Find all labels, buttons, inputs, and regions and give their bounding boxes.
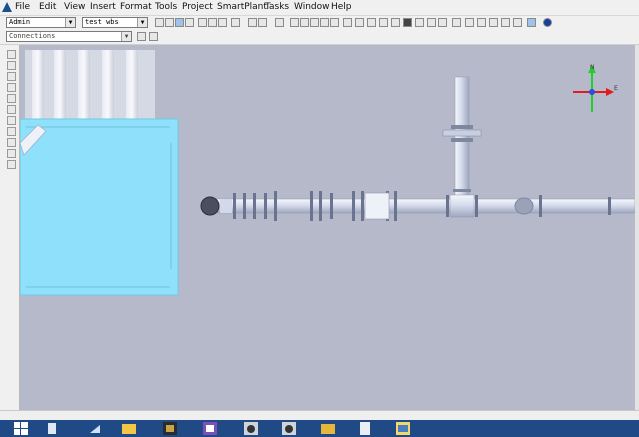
photoshop-icon[interactable] [244, 422, 258, 435]
fit-icon[interactable] [501, 18, 510, 27]
locate-filter-value: Connections [9, 32, 56, 40]
menu-file[interactable]: File [15, 1, 30, 14]
select-icon[interactable] [275, 18, 284, 27]
menu-help[interactable]: Help [331, 1, 352, 14]
copy-icon[interactable] [208, 18, 217, 27]
search-icon[interactable] [47, 422, 61, 435]
tool-icon[interactable] [367, 18, 376, 27]
compass-east-label: E [614, 85, 618, 92]
wbs-combo-value: test wbs [85, 18, 119, 26]
insert-split-icon[interactable] [7, 105, 16, 114]
structure-columns [25, 50, 155, 120]
filter-properties-icon[interactable] [149, 32, 158, 41]
view-icon[interactable] [527, 18, 536, 27]
photoshop-icon[interactable] [282, 422, 296, 435]
filter-icon[interactable] [137, 32, 146, 41]
insert-support-icon[interactable] [7, 116, 16, 125]
zoom-area-icon[interactable] [489, 18, 498, 27]
menu-tools[interactable]: Tools [155, 1, 177, 14]
menu-project[interactable]: Project [182, 1, 213, 14]
tool-icon[interactable] [330, 18, 339, 27]
sloped-pipe-icon[interactable] [7, 149, 16, 158]
document-icon[interactable] [358, 422, 372, 435]
file-explorer-icon[interactable] [122, 422, 136, 435]
delete-icon[interactable] [231, 18, 240, 27]
select-arrow-icon[interactable] [7, 50, 16, 59]
tool-icon[interactable] [379, 18, 388, 27]
menu-window[interactable]: Window [294, 1, 330, 14]
main-toolbar: Admin ▼ test wbs ▼ [0, 16, 639, 29]
insert-component-icon[interactable] [7, 72, 16, 81]
measure-icon[interactable] [290, 18, 299, 27]
vertical-scrollbar[interactable] [635, 45, 639, 410]
start-icon[interactable] [14, 422, 28, 435]
chevron-down-icon[interactable]: ▼ [121, 32, 131, 41]
menu-smartplant[interactable]: SmartPlant [217, 1, 267, 14]
menu-format[interactable]: Format [120, 1, 152, 14]
chevron-down-icon[interactable]: ▼ [65, 18, 75, 27]
chevron-down-icon[interactable] [452, 18, 461, 27]
tool-icon[interactable] [343, 18, 352, 27]
graphic-view[interactable]: N E [20, 45, 635, 410]
insert-fitting-icon[interactable] [7, 83, 16, 92]
save-icon[interactable] [175, 18, 184, 27]
locate-toolbar: Connections ▼ [0, 30, 639, 45]
user-combo-value: Admin [9, 18, 31, 26]
menu-edit[interactable]: Edit [39, 1, 56, 14]
print-icon[interactable] [185, 18, 194, 27]
menu-bar: File Edit View Insert Format Tools Proje… [0, 0, 639, 16]
tool-icon[interactable] [300, 18, 309, 27]
vertical-pipe[interactable] [442, 76, 482, 208]
view-icon[interactable] [513, 18, 522, 27]
zoom-icon[interactable] [465, 18, 474, 27]
app-icon[interactable] [396, 422, 410, 435]
wbs-combo[interactable]: test wbs ▼ [82, 17, 148, 28]
menu-tasks[interactable]: Tasks [265, 1, 289, 14]
task-view-icon[interactable] [88, 422, 102, 435]
spec-break-icon[interactable] [7, 127, 16, 136]
user-combo[interactable]: Admin ▼ [6, 17, 76, 28]
compass-widget: N E [573, 64, 618, 112]
compass-north-label: N [590, 64, 595, 71]
help-icon[interactable] [543, 18, 552, 27]
windows-taskbar [0, 420, 639, 437]
equipment-block[interactable] [20, 118, 179, 296]
grid-icon[interactable] [355, 18, 364, 27]
tool-icon[interactable] [320, 18, 329, 27]
model-canvas[interactable]: N E [20, 45, 635, 410]
pan-icon[interactable] [477, 18, 486, 27]
locate-filter-combo[interactable]: Connections ▼ [6, 31, 132, 42]
new-icon[interactable] [155, 18, 164, 27]
route-pipe-icon[interactable] [7, 61, 16, 70]
chevron-down-icon[interactable]: ▼ [137, 18, 147, 27]
visual-studio-icon[interactable] [203, 422, 217, 435]
tool-icon[interactable] [403, 18, 412, 27]
smartplant-app-icon[interactable] [2, 2, 12, 12]
view-icon[interactable] [438, 18, 447, 27]
view-icon[interactable] [427, 18, 436, 27]
menu-insert[interactable]: Insert [90, 1, 116, 14]
move-icon[interactable] [248, 18, 257, 27]
folder-icon[interactable] [321, 422, 335, 435]
connect-icon[interactable] [7, 138, 16, 147]
app-icon[interactable] [163, 422, 177, 435]
vertical-task-toolbar [0, 45, 20, 410]
undo-icon[interactable] [258, 18, 267, 27]
menu-view[interactable]: View [64, 1, 85, 14]
tool-icon[interactable] [415, 18, 424, 27]
insert-tap-icon[interactable] [7, 94, 16, 103]
cut-icon[interactable] [198, 18, 207, 27]
open-icon[interactable] [165, 18, 174, 27]
tool-icon[interactable] [310, 18, 319, 27]
horizontal-pipe[interactable] [200, 191, 635, 221]
spool-icon[interactable] [7, 160, 16, 169]
paste-icon[interactable] [218, 18, 227, 27]
tool-icon[interactable] [391, 18, 400, 27]
